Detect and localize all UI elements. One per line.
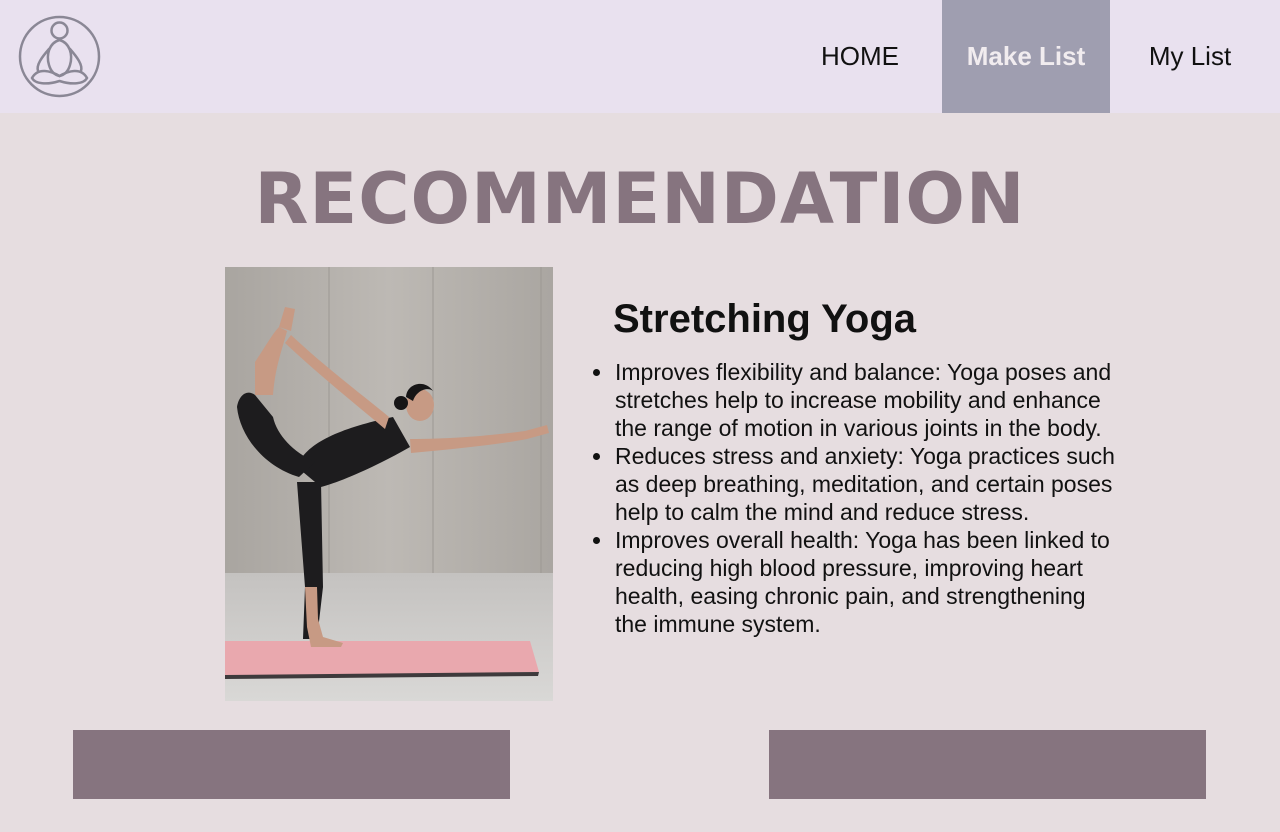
benefit-item: Improves overall health: Yoga has been l…: [593, 526, 1115, 638]
right-action-button[interactable]: [769, 730, 1206, 799]
benefits-list: Improves flexibility and balance: Yoga p…: [593, 358, 1115, 638]
page-title: RECOMMENDATION: [254, 158, 1026, 240]
nav-make-list[interactable]: Make List: [942, 0, 1110, 113]
left-action-button[interactable]: [73, 730, 510, 799]
yoga-pose-photo: [225, 267, 553, 701]
nav-my-list[interactable]: My List: [1110, 0, 1270, 113]
nav-home[interactable]: HOME: [788, 0, 932, 113]
benefit-item: Improves flexibility and balance: Yoga p…: [593, 358, 1115, 442]
recommendation-title: Stretching Yoga: [613, 297, 917, 341]
meditation-logo-icon[interactable]: [18, 15, 101, 98]
top-navbar: HOME Make List My List: [0, 0, 1280, 113]
benefit-item: Reduces stress and anxiety: Yoga practic…: [593, 443, 1115, 525]
